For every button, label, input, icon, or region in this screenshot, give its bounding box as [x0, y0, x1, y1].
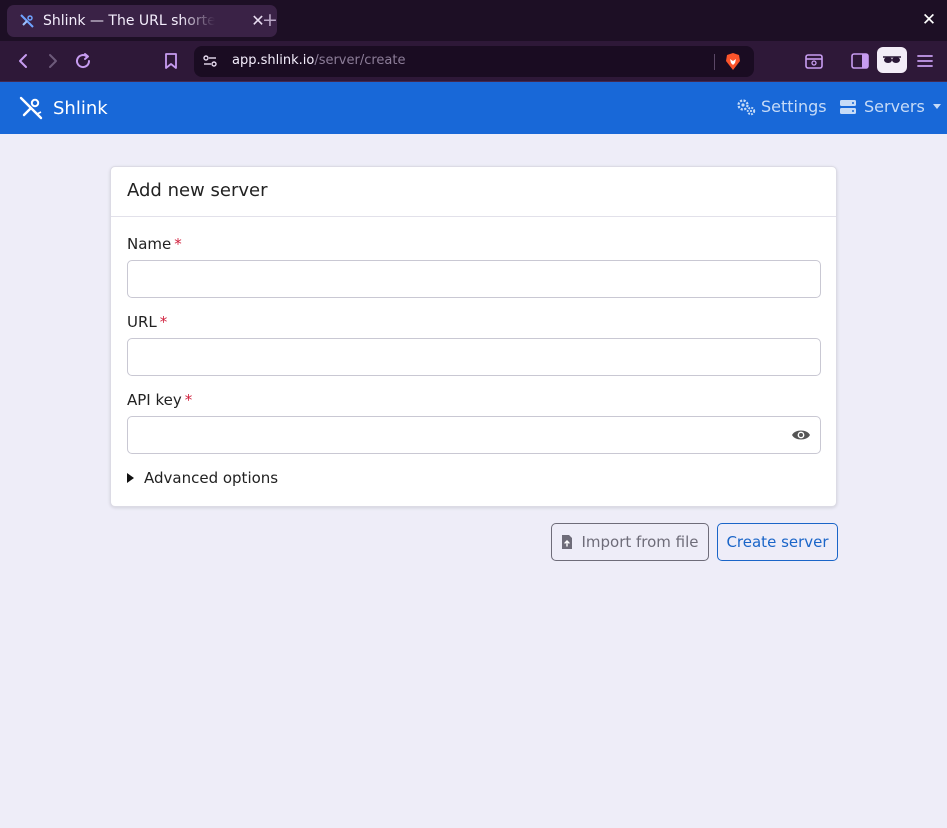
create-server-button[interactable]: Create server [717, 523, 838, 561]
import-label: Import from file [581, 533, 699, 551]
address-bar[interactable]: app.shlink.io/server/create [194, 46, 754, 77]
app-navbar: Shlink Settings Servers [0, 82, 947, 134]
browser-tab-strip: Shlink — The URL shortener ✕ + ✕ [0, 0, 947, 41]
chevron-down-icon [932, 104, 941, 109]
required-mark: * [174, 235, 182, 253]
advanced-options-label: Advanced options [144, 469, 279, 487]
tab-title: Shlink — The URL shortener [43, 13, 215, 29]
gears-icon [736, 98, 756, 116]
card-title: Add new server [111, 167, 836, 217]
file-upload-icon [561, 534, 573, 550]
bookmark-icon[interactable] [160, 50, 182, 72]
settings-label: Settings [761, 97, 827, 116]
menu-icon[interactable] [914, 50, 936, 72]
tab-search-icon[interactable] [803, 50, 825, 72]
url-separator [714, 54, 715, 70]
api-key-label-text: API key [127, 391, 182, 409]
name-label-text: Name [127, 235, 172, 253]
url-host: app.shlink.io [232, 53, 315, 68]
shlink-logo-icon [18, 95, 44, 121]
server-icon [839, 98, 857, 116]
eye-icon[interactable] [791, 427, 811, 443]
advanced-options-toggle[interactable]: Advanced options [127, 469, 278, 487]
new-tab-icon[interactable]: + [260, 9, 280, 31]
url-label-text: URL [127, 313, 157, 331]
brave-shields-icon[interactable] [724, 52, 742, 71]
url-label: URL * [127, 313, 167, 331]
servers-label: Servers [864, 97, 925, 116]
api-key-label: API key * [127, 391, 192, 409]
sidebar-icon[interactable] [849, 50, 871, 72]
required-mark: * [159, 313, 168, 331]
brand-link[interactable]: Shlink [18, 95, 108, 121]
settings-link[interactable]: Settings [736, 97, 827, 116]
servers-dropdown[interactable]: Servers [839, 97, 941, 116]
url-text: app.shlink.io/server/create [232, 53, 406, 68]
reload-icon[interactable] [72, 50, 94, 72]
disclosure-triangle-icon [127, 473, 134, 483]
window-close-icon[interactable]: ✕ [919, 10, 939, 30]
brand-name: Shlink [53, 97, 108, 119]
url-field[interactable] [127, 338, 821, 376]
browser-toolbar: app.shlink.io/server/create [0, 41, 947, 82]
required-mark: * [184, 391, 193, 409]
back-icon[interactable] [12, 50, 34, 72]
add-server-card: Add new server Name * URL * API key * Advan… [110, 166, 837, 507]
site-info-icon[interactable] [202, 53, 218, 69]
reader-mode-icon[interactable] [877, 47, 907, 73]
name-label: Name * [127, 235, 182, 253]
import-from-file-button[interactable]: Import from file [551, 523, 709, 561]
api-key-field[interactable] [127, 416, 821, 454]
forward-icon[interactable] [42, 50, 64, 72]
name-field[interactable] [127, 260, 821, 298]
browser-tab[interactable]: Shlink — The URL shortener ✕ [7, 5, 277, 37]
shlink-favicon-icon [19, 13, 35, 29]
url-path: /server/create [314, 53, 406, 68]
